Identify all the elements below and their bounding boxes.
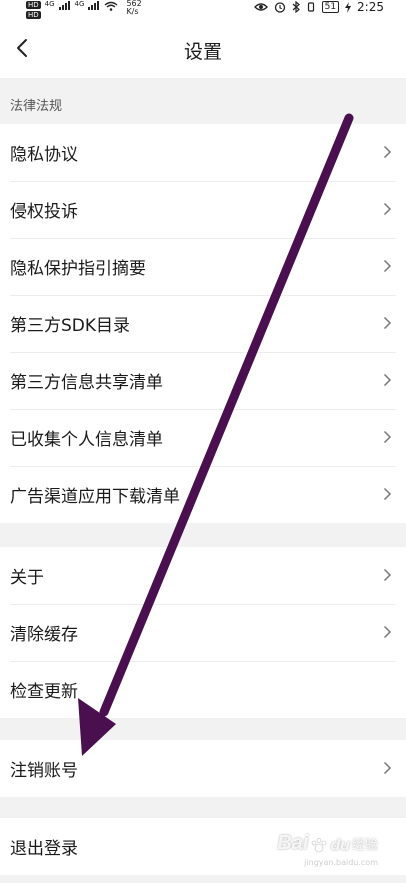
status-left: HD HD 4G 4G 562 K/s xyxy=(26,0,142,20)
chevron-right-icon xyxy=(383,430,392,444)
cancel-account-group: 注销账号 xyxy=(0,740,406,797)
settings-item-privacy-guide-summary[interactable]: 隐私保护指引摘要 xyxy=(0,238,406,295)
settings-item-privacy-agreement[interactable]: 隐私协议 xyxy=(0,124,406,181)
page-title: 设置 xyxy=(183,41,222,63)
settings-item-label: 广告渠道应用下载清单 xyxy=(10,487,180,507)
speed-unit: K/s xyxy=(126,7,139,16)
net-type: 4G xyxy=(44,0,55,8)
settings-item-label: 检查更新 xyxy=(10,682,78,702)
cancel-account-button[interactable]: 注销账号 xyxy=(0,740,406,797)
paw-icon xyxy=(312,838,327,853)
settings-item-about[interactable]: 关于 xyxy=(0,547,406,604)
settings-item-label: 侵权投诉 xyxy=(10,202,78,222)
alarm-icon xyxy=(274,2,285,13)
settings-item-label: 关于 xyxy=(10,568,44,588)
navigation-header: 设置 xyxy=(0,20,406,78)
chevron-right-icon xyxy=(383,625,392,639)
chevron-right-icon xyxy=(383,373,392,387)
hd-badges: HD HD xyxy=(26,0,41,19)
status-right: 51 2:25 xyxy=(253,0,384,14)
vibrate-icon xyxy=(307,2,314,12)
wifi-icon xyxy=(104,1,118,11)
battery-indicator: 51 xyxy=(321,1,340,13)
settings-item-label: 隐私协议 xyxy=(10,145,78,165)
settings-item-collected-info[interactable]: 已收集个人信息清单 xyxy=(0,409,406,466)
chevron-right-icon xyxy=(383,568,392,582)
chevron-right-icon xyxy=(383,316,392,330)
chevron-right-icon xyxy=(383,202,392,216)
bluetooth-icon xyxy=(292,1,300,13)
settings-item-third-party-sharing[interactable]: 第三方信息共享清单 xyxy=(0,352,406,409)
chevron-right-icon xyxy=(383,761,392,775)
signal-icon xyxy=(88,1,100,10)
charging-icon xyxy=(345,1,352,13)
net-type: 4G xyxy=(74,0,85,8)
settings-item-clear-cache[interactable]: 清除缓存 xyxy=(0,604,406,661)
chevron-right-icon xyxy=(383,145,392,159)
watermark-brand: Bai xyxy=(277,832,309,854)
legal-settings-group: 隐私协议 侵权投诉 隐私保护指引摘要 第三方SDK目录 第三方信息共享清单 已收… xyxy=(0,124,406,523)
settings-item-label: 隐私保护指引摘要 xyxy=(10,259,146,279)
settings-item-label: 已收集个人信息清单 xyxy=(10,430,163,450)
chevron-right-icon xyxy=(383,487,392,501)
watermark-url: jingyan.baidu.com xyxy=(304,858,378,867)
settings-item-third-party-sdk[interactable]: 第三方SDK目录 xyxy=(0,295,406,352)
eye-icon xyxy=(253,3,268,11)
hd-badge: HD xyxy=(26,1,41,9)
section-label-legal: 法律法规 xyxy=(10,99,63,114)
settings-item-label: 清除缓存 xyxy=(10,625,78,645)
chevron-right-icon xyxy=(383,259,392,273)
hd-badge: HD xyxy=(26,11,41,19)
settings-item-check-update[interactable]: 检查更新 xyxy=(0,661,406,718)
settings-item-infringement-complaint[interactable]: 侵权投诉 xyxy=(0,181,406,238)
settings-item-label: 第三方信息共享清单 xyxy=(10,373,163,393)
clock: 2:25 xyxy=(357,0,384,14)
status-bar: HD HD 4G 4G 562 K/s 51 2:25 xyxy=(0,0,406,20)
settings-item-ad-channel-apps[interactable]: 广告渠道应用下载清单 xyxy=(0,466,406,523)
watermark-text: 经验 xyxy=(351,838,378,853)
baidu-watermark: Bai du 经验 xyxy=(277,832,378,855)
network-speed: 562 K/s xyxy=(126,0,141,16)
general-settings-group: 关于 清除缓存 检查更新 xyxy=(0,547,406,718)
watermark-brand-suffix: du xyxy=(330,837,350,854)
settings-item-label: 注销账号 xyxy=(10,761,78,781)
settings-item-label: 第三方SDK目录 xyxy=(10,316,131,336)
signal-icon xyxy=(58,1,70,10)
settings-item-label: 退出登录 xyxy=(10,839,78,859)
